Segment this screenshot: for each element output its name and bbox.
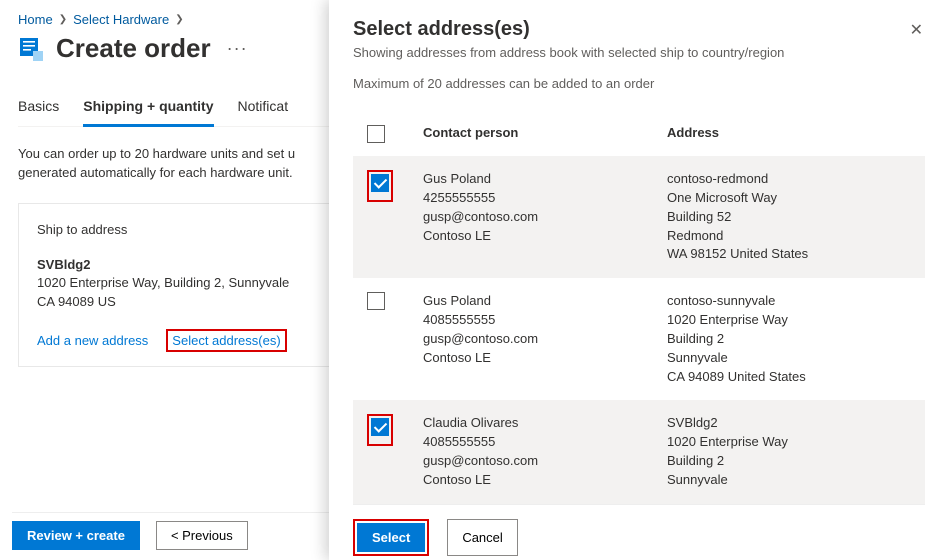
close-icon[interactable]: ✕: [908, 18, 925, 42]
address-name: SVBldg2: [667, 414, 911, 433]
row-checkbox[interactable]: [367, 292, 385, 310]
page-title: Create order: [56, 33, 211, 64]
contact-email: gusp@contoso.com: [423, 452, 667, 471]
chevron-icon: ❯: [59, 14, 67, 25]
address-line2: CA 94089 US: [37, 293, 319, 312]
select-addresses-panel: Select address(es) Showing addresses fro…: [329, 0, 949, 560]
row-checkbox[interactable]: [371, 174, 389, 192]
breadcrumb-home[interactable]: Home: [18, 12, 53, 27]
contact-email: gusp@contoso.com: [423, 208, 667, 227]
address-line: 1020 Enterprise Way: [667, 311, 911, 330]
select-all-checkbox[interactable]: [367, 125, 385, 143]
review-create-button[interactable]: Review + create: [12, 521, 140, 550]
address-line: Sunnyvale: [667, 349, 911, 368]
tab-basics[interactable]: Basics: [18, 92, 59, 126]
ship-to-label: Ship to address: [37, 222, 319, 237]
contact-name: Gus Poland: [423, 292, 667, 311]
contact-org: Contoso LE: [423, 349, 667, 368]
contact-org: Contoso LE: [423, 471, 667, 490]
address-line: Building 2: [667, 330, 911, 349]
more-menu[interactable]: ···: [221, 38, 248, 59]
col-header-address: Address: [667, 125, 911, 146]
previous-button[interactable]: < Previous: [156, 521, 248, 550]
add-new-address-link[interactable]: Add a new address: [37, 333, 148, 348]
contact-name: Claudia Olivares: [423, 414, 667, 433]
address-name: contoso-sunnyvale: [667, 292, 911, 311]
address-line1: 1020 Enterprise Way, Building 2, Sunnyva…: [37, 274, 319, 293]
chevron-icon: ❯: [175, 14, 183, 25]
address-name: contoso-redmond: [667, 170, 911, 189]
bottom-bar: Review + create < Previous: [12, 512, 332, 550]
address-line: 1020 Enterprise Way: [667, 433, 911, 452]
address-line: Sunnyvale: [667, 471, 911, 490]
row-checkbox[interactable]: [371, 418, 389, 436]
panel-note: Maximum of 20 addresses can be added to …: [353, 76, 784, 91]
address-row[interactable]: Gus Poland 4085555555 gusp@contoso.com C…: [353, 278, 925, 400]
contact-phone: 4085555555: [423, 311, 667, 330]
order-icon: [18, 35, 46, 63]
select-addresses-link[interactable]: Select address(es): [172, 333, 280, 348]
tab-notifications[interactable]: Notificat: [238, 92, 289, 126]
address-row[interactable]: Gus Poland 4255555555 gusp@contoso.com C…: [353, 156, 925, 278]
contact-name: Gus Poland: [423, 170, 667, 189]
address-row[interactable]: Claudia Olivares 4085555555 gusp@contoso…: [353, 400, 925, 503]
address-line: Building 2: [667, 452, 911, 471]
highlight-checkbox: [367, 414, 393, 446]
contact-phone: 4085555555: [423, 433, 667, 452]
address-line: One Microsoft Way: [667, 189, 911, 208]
contact-email: gusp@contoso.com: [423, 330, 667, 349]
tab-shipping[interactable]: Shipping + quantity: [83, 92, 213, 127]
panel-footer: Select Cancel: [353, 504, 925, 556]
panel-subtitle: Showing addresses from address book with…: [353, 45, 784, 60]
cancel-button[interactable]: Cancel: [447, 519, 517, 556]
col-header-contact: Contact person: [403, 125, 667, 146]
address-line: Redmond: [667, 227, 911, 246]
address-line: WA 98152 United States: [667, 245, 911, 264]
select-button[interactable]: Select: [357, 523, 425, 552]
address-line: CA 94089 United States: [667, 368, 911, 387]
table-header: Contact person Address: [353, 109, 925, 156]
highlight-select-button: Select: [353, 519, 429, 556]
address-name: SVBldg2: [37, 257, 319, 272]
highlight-select-addresses: Select address(es): [166, 329, 286, 352]
ship-to-card: Ship to address SVBldg2 1020 Enterprise …: [18, 203, 338, 368]
address-line: Building 52: [667, 208, 911, 227]
contact-phone: 4255555555: [423, 189, 667, 208]
panel-title: Select address(es): [353, 18, 784, 41]
breadcrumb-select-hardware[interactable]: Select Hardware: [73, 12, 169, 27]
contact-org: Contoso LE: [423, 227, 667, 246]
highlight-checkbox: [367, 170, 393, 202]
